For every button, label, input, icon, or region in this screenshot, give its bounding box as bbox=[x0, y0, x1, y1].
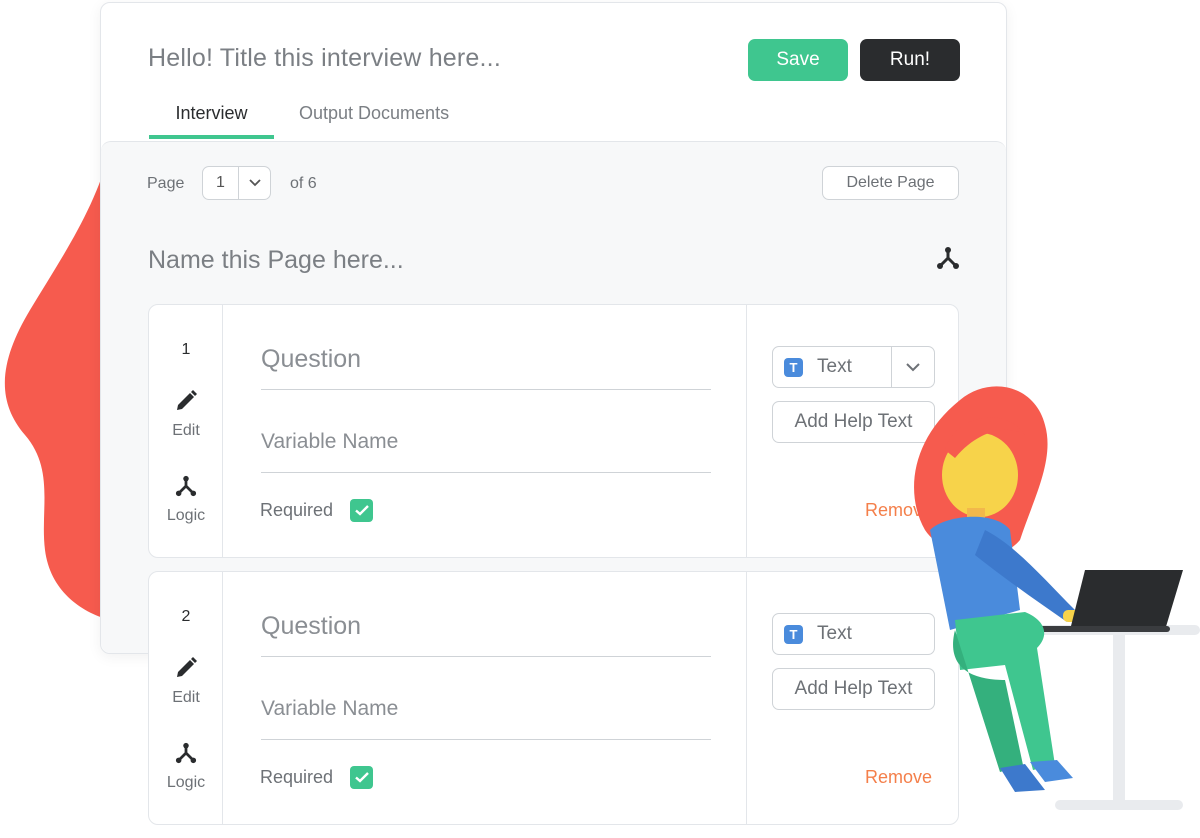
text-type-icon: T bbox=[784, 357, 803, 377]
tab-interview[interactable]: Interview bbox=[149, 103, 274, 139]
save-button[interactable]: Save bbox=[748, 39, 848, 81]
required-checkbox[interactable] bbox=[350, 766, 373, 789]
edit-label[interactable]: Edit bbox=[149, 422, 223, 440]
logic-icon[interactable] bbox=[175, 742, 197, 769]
delete-page-button[interactable]: Delete Page bbox=[822, 166, 959, 200]
interview-title-input[interactable]: Hello! Title this interview here... bbox=[148, 44, 501, 73]
person-with-laptop-illustration bbox=[914, 386, 1200, 810]
logic-icon[interactable] bbox=[175, 475, 197, 502]
question-type-value: T Text bbox=[773, 347, 891, 387]
question-input[interactable]: Question bbox=[261, 345, 711, 390]
question-card: 1 Edit Logic Question Variable Name Requ… bbox=[148, 304, 959, 558]
logic-label[interactable]: Logic bbox=[149, 774, 223, 792]
question-card: 2 Edit Logic Question Variable Name Requ… bbox=[148, 571, 959, 825]
tab-output-documents[interactable]: Output Documents bbox=[299, 103, 449, 124]
logic-label[interactable]: Logic bbox=[149, 507, 223, 525]
decorative-blob bbox=[4, 150, 110, 620]
question-type-label: Text bbox=[817, 356, 852, 377]
edit-label[interactable]: Edit bbox=[149, 689, 223, 707]
required-checkbox[interactable] bbox=[350, 499, 373, 522]
page-count: of 6 bbox=[290, 175, 317, 192]
variable-name-input[interactable]: Variable Name bbox=[261, 697, 711, 740]
question-number: 1 bbox=[181, 341, 191, 358]
run-button[interactable]: Run! bbox=[860, 39, 960, 81]
page-select[interactable]: 1 bbox=[202, 166, 271, 200]
question-number: 2 bbox=[181, 608, 191, 625]
card-divider bbox=[746, 572, 747, 824]
required-label: Required bbox=[260, 500, 334, 520]
variable-name-input[interactable]: Variable Name bbox=[261, 430, 711, 473]
text-type-icon: T bbox=[784, 624, 803, 644]
pencil-icon[interactable] bbox=[174, 389, 198, 418]
question-type-label: Text bbox=[817, 623, 852, 644]
page-label: Page bbox=[147, 175, 185, 192]
page-select-value: 1 bbox=[203, 167, 239, 199]
page-logic-icon[interactable] bbox=[936, 246, 960, 275]
required-label: Required bbox=[260, 767, 334, 787]
card-divider bbox=[746, 305, 747, 557]
question-input[interactable]: Question bbox=[261, 612, 711, 657]
chevron-down-icon[interactable] bbox=[239, 167, 270, 199]
page-name-input[interactable]: Name this Page here... bbox=[148, 246, 404, 275]
pencil-icon[interactable] bbox=[174, 656, 198, 685]
